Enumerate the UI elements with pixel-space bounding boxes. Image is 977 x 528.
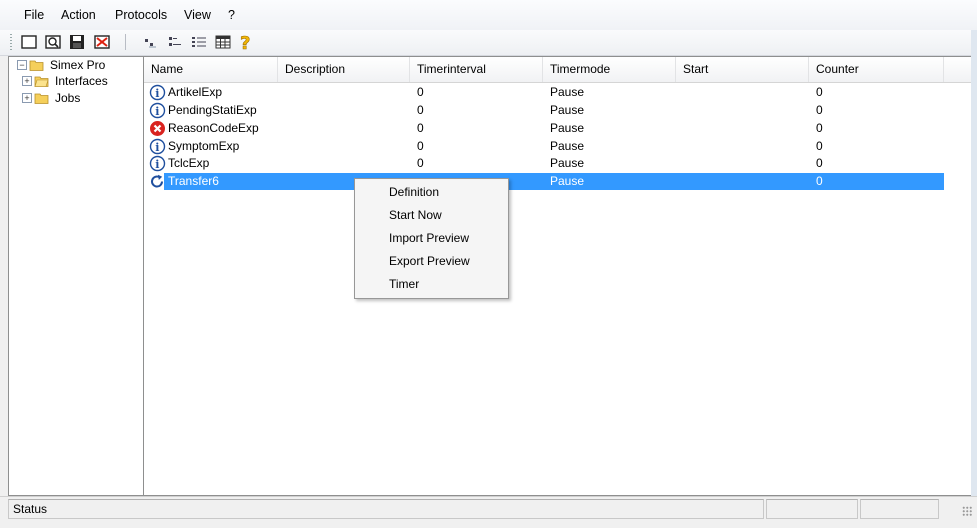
details-icon[interactable] [190, 33, 208, 51]
row-counter: 0 [816, 121, 823, 135]
resize-grip[interactable] [962, 506, 972, 516]
help-icon[interactable]: ? [237, 33, 255, 55]
new-icon[interactable] [20, 33, 38, 51]
menu-item-export-preview[interactable]: Export Preview [389, 251, 470, 271]
tree-node-label: Interfaces [55, 74, 108, 88]
menu-action[interactable]: Action [61, 8, 96, 22]
find-icon[interactable] [44, 33, 62, 51]
row-counter: 0 [816, 139, 823, 153]
tree-node-label: Jobs [55, 91, 81, 105]
row-name: PendingStatiExp [168, 103, 257, 117]
collapse-icon[interactable]: − [17, 60, 27, 70]
svg-text:i: i [155, 105, 159, 118]
row-timermode: Pause [550, 103, 585, 117]
info-icon: i [149, 138, 166, 155]
menu-help[interactable]: ? [228, 8, 235, 22]
folder-open-icon [29, 59, 44, 71]
folder-icon [34, 92, 49, 104]
table-row[interactable]: i ArtikelExp 0 Pause 0 [144, 83, 944, 101]
context-menu: Definition Start Now Import Preview Expo… [354, 178, 509, 299]
row-counter: 0 [816, 85, 823, 99]
error-icon [149, 120, 166, 137]
list-icon[interactable] [166, 33, 184, 51]
status-pane-2 [766, 499, 858, 519]
column-header-description[interactable]: Description [278, 57, 410, 82]
menu-item-timer[interactable]: Timer [389, 274, 419, 294]
row-name: ReasonCodeExp [168, 121, 259, 135]
table-icon[interactable] [214, 33, 232, 51]
row-timerinterval: 0 [417, 156, 424, 170]
row-name: Transfer6 [168, 174, 219, 188]
row-timermode: Pause [550, 174, 585, 188]
table-row[interactable]: ReasonCodeExp 0 Pause 0 [144, 119, 944, 137]
column-header-name[interactable]: Name [144, 57, 278, 82]
status-bar: Status [0, 496, 977, 528]
row-counter: 0 [816, 156, 823, 170]
svg-text:i: i [155, 87, 159, 100]
row-timermode: Pause [550, 139, 585, 153]
delete-icon[interactable] [93, 33, 111, 51]
menu-file[interactable]: File [24, 8, 44, 22]
row-timermode: Pause [550, 156, 585, 170]
table-row[interactable]: i SymptomExp 0 Pause 0 [144, 137, 944, 155]
info-icon: i [149, 155, 166, 172]
row-counter: 0 [816, 103, 823, 117]
status-pane-main: Status [8, 499, 764, 519]
expand-icon[interactable]: + [22, 76, 32, 86]
status-text: Status [13, 502, 48, 516]
tree-node-label: Simex Pro [50, 58, 106, 72]
row-timerinterval: 0 [417, 139, 424, 153]
small-icons-icon[interactable] [142, 33, 160, 51]
menu-protocols[interactable]: Protocols [115, 8, 167, 22]
column-header-counter[interactable]: Counter [809, 57, 944, 82]
column-header-timerinterval[interactable]: Timerinterval [410, 57, 543, 82]
toolbar: ? [0, 30, 977, 56]
row-timermode: Pause [550, 85, 585, 99]
menu-bar: File Action Protocols View ? [0, 0, 977, 31]
column-header-start[interactable]: Start [676, 57, 809, 82]
toolbar-grip[interactable] [10, 34, 12, 50]
row-name: TclcExp [168, 156, 210, 170]
save-icon[interactable] [68, 33, 86, 51]
job-list: Name Description Timerinterval Timermode… [143, 56, 973, 496]
row-timermode: Pause [550, 121, 585, 135]
menu-view[interactable]: View [184, 8, 211, 22]
info-icon: i [149, 84, 166, 101]
table-row[interactable]: i TclcExp 0 Pause 0 [144, 154, 944, 172]
window-right-edge [971, 30, 977, 496]
svg-text:i: i [155, 158, 159, 171]
row-timerinterval: 0 [417, 121, 424, 135]
svg-text:i: i [155, 141, 159, 154]
row-name: SymptomExp [168, 139, 240, 153]
menu-item-import-preview[interactable]: Import Preview [389, 228, 469, 248]
refresh-icon [149, 173, 166, 190]
table-row[interactable]: i PendingStatiExp 0 Pause 0 [144, 101, 944, 119]
row-timerinterval: 0 [417, 85, 424, 99]
row-counter: 0 [816, 174, 823, 188]
menu-item-definition[interactable]: Definition [389, 182, 439, 202]
folder-open-icon [34, 75, 49, 87]
row-name: ArtikelExp [168, 85, 223, 99]
row-timerinterval: 0 [417, 103, 424, 117]
svg-text:?: ? [240, 33, 250, 51]
status-pane-3 [860, 499, 939, 519]
table-row-selected[interactable]: Transfer6 Pause 0 [144, 172, 944, 190]
list-header: Name Description Timerinterval Timermode… [144, 57, 944, 83]
toolbar-separator [125, 34, 126, 50]
column-header-timermode[interactable]: Timermode [543, 57, 676, 82]
tree-view: − Simex Pro + Interfaces + Jobs [8, 56, 144, 496]
expand-icon[interactable]: + [22, 93, 32, 103]
menu-item-start-now[interactable]: Start Now [389, 205, 442, 225]
info-icon: i [149, 102, 166, 119]
list-header-filler [944, 57, 972, 83]
